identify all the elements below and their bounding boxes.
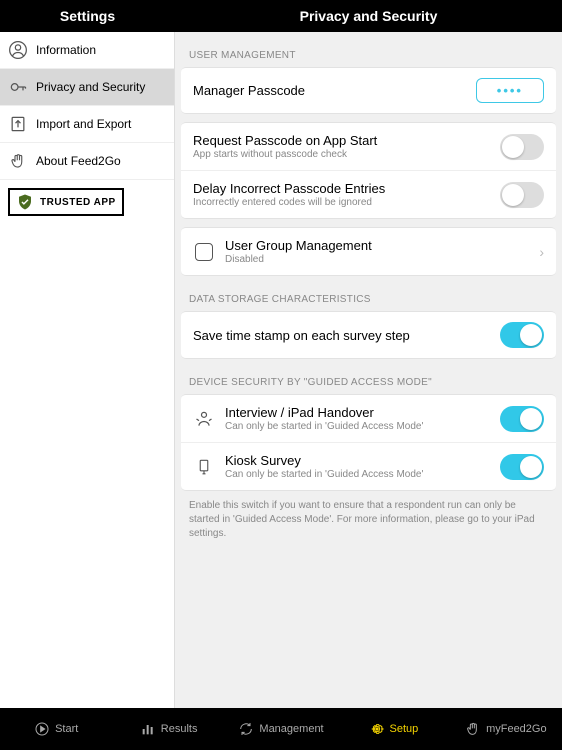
tab-results[interactable]: Results xyxy=(112,721,224,737)
kiosk-icon xyxy=(193,458,215,476)
tab-label: Start xyxy=(55,723,78,735)
tab-label: Setup xyxy=(390,723,419,735)
sidebar-item-privacy-security[interactable]: Privacy and Security xyxy=(0,69,174,106)
chevron-right-icon: › xyxy=(539,244,544,260)
request-passcode-subtitle: App starts without passcode check xyxy=(193,149,490,160)
interview-subtitle: Can only be started in 'Guided Access Mo… xyxy=(225,421,490,432)
user-group-label: User Group Management xyxy=(225,238,529,253)
manager-passcode-label: Manager Passcode xyxy=(193,83,466,98)
row-interview-handover: Interview / iPad Handover Can only be st… xyxy=(181,395,556,442)
tabbar: Start Results Management Setup myFeed2Go xyxy=(0,708,562,750)
play-icon xyxy=(34,721,50,737)
sidebar-item-information[interactable]: Information xyxy=(0,32,174,69)
tab-start[interactable]: Start xyxy=(0,721,112,737)
tab-myfeed2go[interactable]: myFeed2Go xyxy=(450,721,562,737)
passcode-pill[interactable]: •••• xyxy=(476,78,544,103)
gear-icon xyxy=(369,721,385,737)
interview-toggle[interactable] xyxy=(500,406,544,432)
row-request-passcode: Request Passcode on App Start App starts… xyxy=(181,123,556,170)
delay-incorrect-subtitle: Incorrectly entered codes will be ignore… xyxy=(193,197,490,208)
sidebar-item-label: Privacy and Security xyxy=(36,80,145,94)
section-header-user-management: USER MANAGEMENT xyxy=(175,32,562,67)
sidebar-item-label: Information xyxy=(36,43,96,57)
delay-incorrect-label: Delay Incorrect Passcode Entries xyxy=(193,181,490,196)
row-delay-incorrect: Delay Incorrect Passcode Entries Incorre… xyxy=(181,170,556,218)
section-header-data-storage: DATA STORAGE CHARACTERISTICS xyxy=(175,276,562,311)
tab-label: myFeed2Go xyxy=(486,723,547,735)
section-header-device-security: DEVICE SECURITY BY "GUIDED ACCESS MODE" xyxy=(175,359,562,394)
hand-icon xyxy=(465,721,481,737)
trusted-app-badge: TRUSTED APP xyxy=(8,188,124,216)
interview-label: Interview / iPad Handover xyxy=(225,405,490,420)
import-export-icon xyxy=(8,114,28,134)
hand-icon xyxy=(8,151,28,171)
person-handover-icon xyxy=(193,409,215,429)
sidebar-item-label: About Feed2Go xyxy=(36,154,121,168)
user-circle-icon xyxy=(8,40,28,60)
user-group-checkbox[interactable] xyxy=(195,243,213,261)
save-timestamp-label: Save time stamp on each survey step xyxy=(193,328,490,343)
save-timestamp-toggle[interactable] xyxy=(500,322,544,348)
delay-incorrect-toggle[interactable] xyxy=(500,182,544,208)
main-content: USER MANAGEMENT Manager Passcode •••• Re… xyxy=(175,32,562,708)
tab-management[interactable]: Management xyxy=(225,721,337,737)
tab-label: Management xyxy=(259,723,323,735)
user-group-subtitle: Disabled xyxy=(225,254,529,265)
tab-label: Results xyxy=(161,723,198,735)
row-kiosk-survey: Kiosk Survey Can only be started in 'Gui… xyxy=(181,442,556,490)
sidebar-item-about[interactable]: About Feed2Go xyxy=(0,143,174,180)
kiosk-subtitle: Can only be started in 'Guided Access Mo… xyxy=(225,469,490,480)
trusted-app-label: TRUSTED APP xyxy=(40,197,116,208)
key-icon xyxy=(8,77,28,97)
kiosk-label: Kiosk Survey xyxy=(225,453,490,468)
request-passcode-label: Request Passcode on App Start xyxy=(193,133,490,148)
shield-check-icon xyxy=(16,193,34,211)
kiosk-toggle[interactable] xyxy=(500,454,544,480)
request-passcode-toggle[interactable] xyxy=(500,134,544,160)
sidebar-item-label: Import and Export xyxy=(36,117,131,131)
topbar: Settings Privacy and Security xyxy=(0,0,562,32)
row-user-group-management[interactable]: User Group Management Disabled › xyxy=(181,228,556,275)
sidebar: Information Privacy and Security Import … xyxy=(0,32,175,708)
bars-icon xyxy=(140,721,156,737)
sidebar-item-import-export[interactable]: Import and Export xyxy=(0,106,174,143)
row-save-timestamp: Save time stamp on each survey step xyxy=(181,312,556,358)
row-manager-passcode[interactable]: Manager Passcode •••• xyxy=(181,68,556,113)
topbar-right-title: Privacy and Security xyxy=(175,0,562,32)
device-security-help-text: Enable this switch if you want to ensure… xyxy=(175,491,562,545)
sync-icon xyxy=(238,721,254,737)
tab-setup[interactable]: Setup xyxy=(337,721,449,737)
topbar-left-title: Settings xyxy=(0,0,175,32)
